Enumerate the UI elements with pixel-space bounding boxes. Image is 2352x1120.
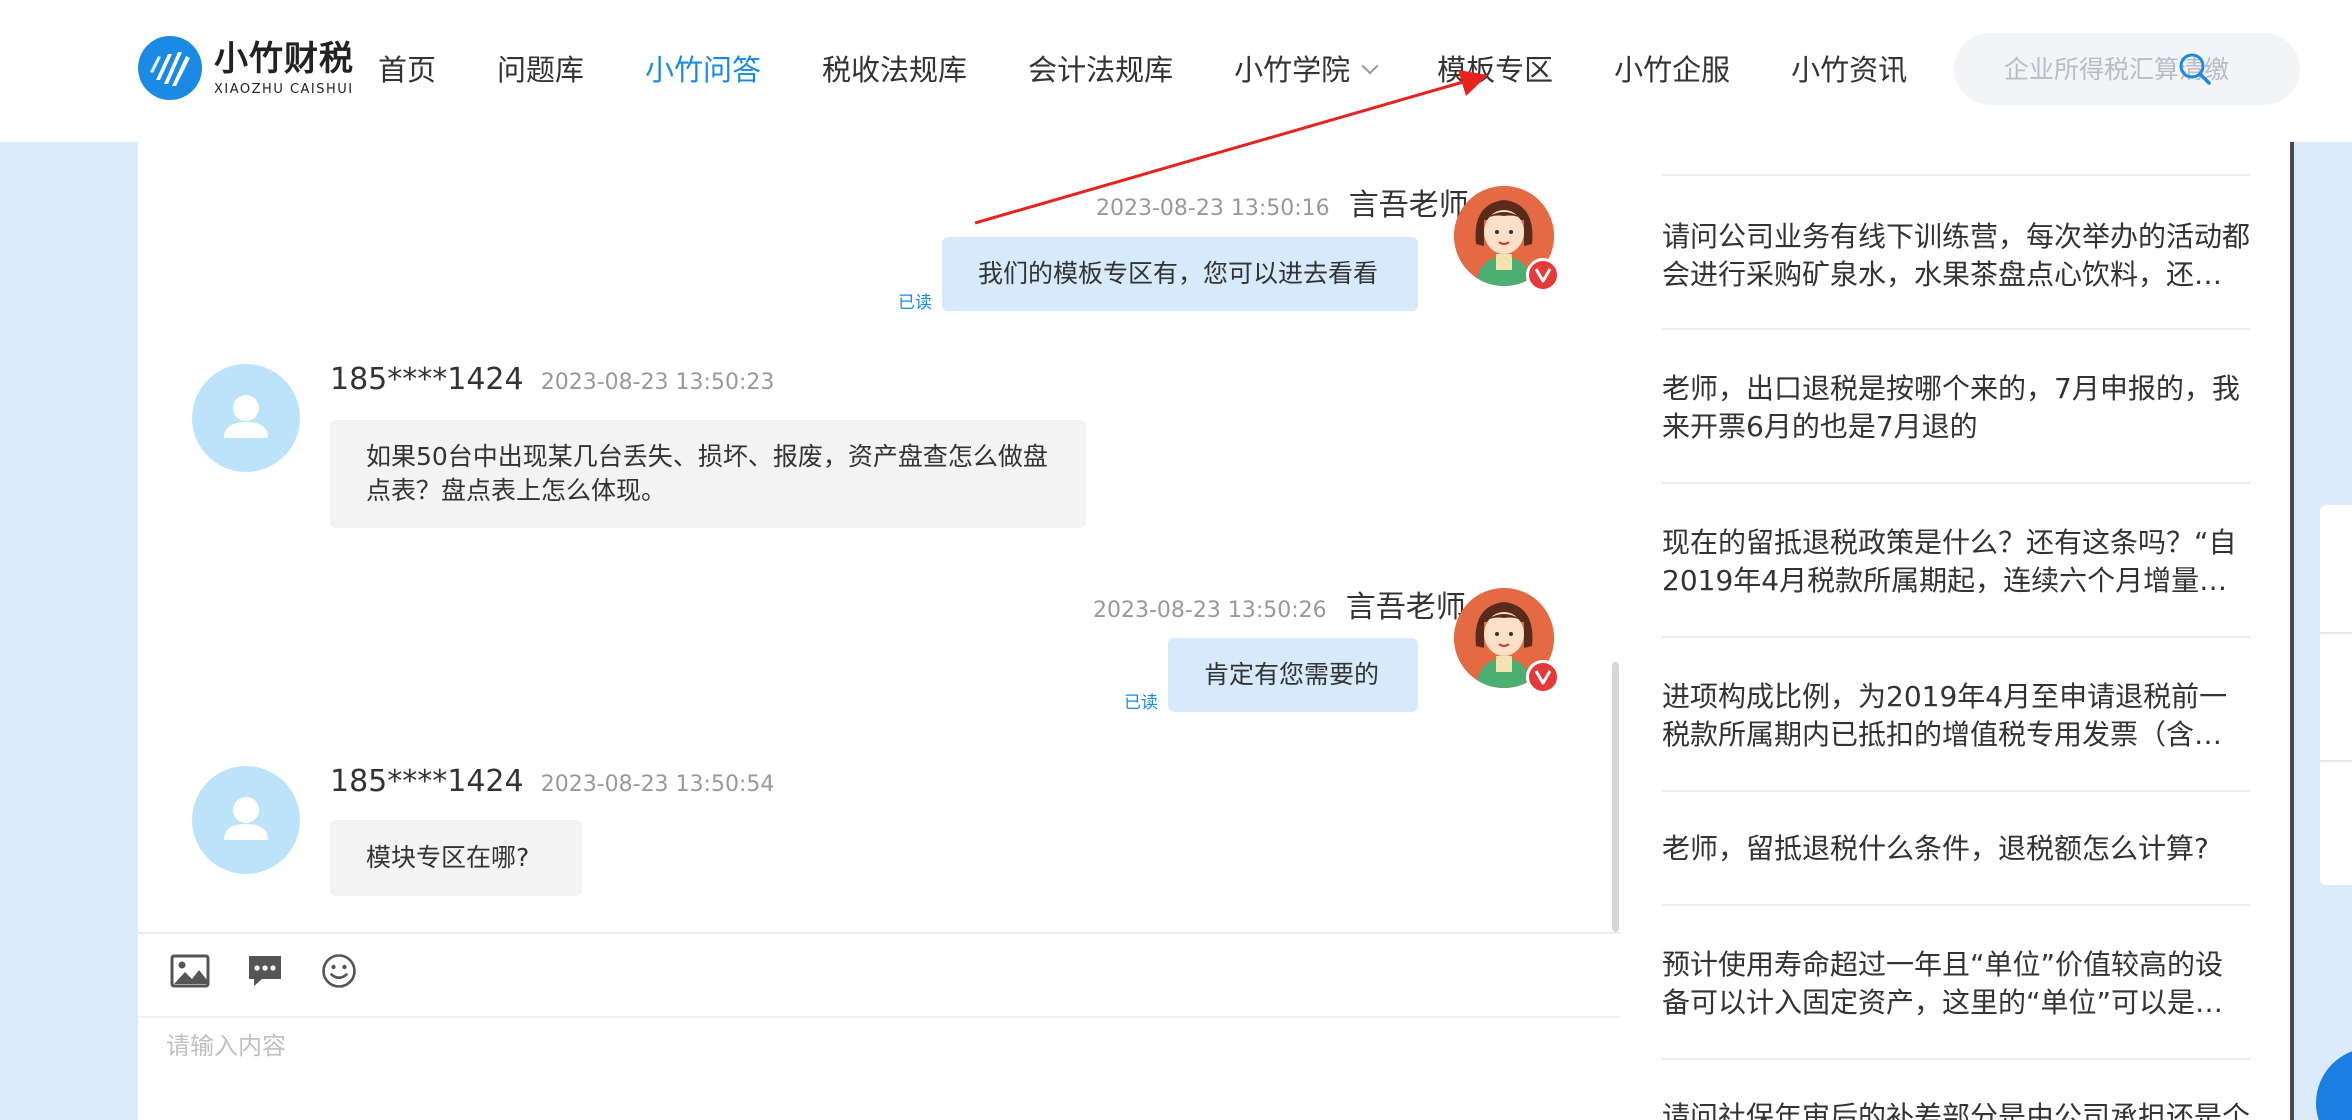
logo-mark-icon — [138, 36, 202, 100]
message-header: 185****1424 2023-08-23 13:50:23 — [330, 362, 774, 397]
message-time: 2023-08-23 13:50:26 — [1093, 598, 1327, 623]
verified-badge-icon — [1526, 258, 1560, 292]
message-time: 2023-08-23 13:50:16 — [1096, 196, 1330, 221]
nav-templates[interactable]: 模板专区 — [1437, 48, 1553, 92]
message-bubble: 我们的模板专区有，您可以进去看看 — [942, 237, 1418, 311]
message-sender: 言吾老师 — [1345, 590, 1466, 625]
message-sender: 185****1424 — [330, 362, 524, 397]
nav-academy[interactable]: 小竹学院 — [1234, 48, 1379, 92]
logo-title: 小竹财税 — [214, 38, 354, 79]
related-question-item[interactable]: 现在的留抵退税政策是什么？还有这条吗？“自2019年4月税款所属期起，连续六个月… — [1662, 524, 2250, 600]
top-header: 小竹财税 XIAOZHU CAISHUI 首页 问题库 小竹问答 税收法规库 会… — [0, 0, 2352, 142]
read-status: 已读 — [898, 293, 932, 313]
search-box — [1954, 33, 2300, 105]
nav-academy-label: 小竹学院 — [1234, 53, 1351, 87]
message-header: 2023-08-23 13:50:16 言吾老师 — [1096, 180, 1469, 224]
nav-news[interactable]: 小竹资讯 — [1791, 48, 1907, 92]
read-status: 已读 — [1124, 693, 1158, 713]
message-header: 185****1424 2023-08-23 13:50:54 — [330, 764, 774, 799]
related-question-item[interactable]: 请问社保年审后的补差部分是由公司承担还是个人承担 — [1662, 1098, 2250, 1120]
quick-reply-icon[interactable] — [246, 952, 284, 994]
divider — [1662, 636, 2250, 638]
related-question-item[interactable]: 预计使用寿命超过一年且“单位”价值较高的设备可以计入固定资产，这里的“单位”可以… — [1662, 946, 2250, 1022]
related-questions-panel: 请问公司业务有线下训练营，每次举办的活动都会进行采购矿泉水，水果茶盘点心饮料，还… — [1620, 142, 2294, 1120]
message-time: 2023-08-23 13:50:54 — [540, 772, 775, 797]
user-avatar[interactable] — [192, 766, 300, 874]
user-avatar[interactable] — [192, 364, 300, 472]
message-sender: 185****1424 — [330, 764, 524, 799]
chat-scrollbar[interactable] — [1612, 662, 1619, 932]
message-sender: 言吾老师 — [1348, 188, 1469, 223]
site-logo[interactable]: 小竹财税 XIAOZHU CAISHUI — [138, 36, 354, 100]
nav-qa[interactable]: 小竹问答 — [645, 48, 761, 92]
related-question-item[interactable]: 进项构成比例，为2019年4月至申请退税前一税款所属期内已抵扣的增值税专用发票（… — [1662, 678, 2250, 754]
message-bubble: 如果50台中出现某几台丢失、损坏、报废，资产盘查怎么做盘点表？盘点表上怎么体现。 — [330, 420, 1086, 528]
nav-tax-law[interactable]: 税收法规库 — [822, 48, 967, 92]
logo-subtitle: XIAOZHU CAISHUI — [214, 81, 354, 97]
related-question-item[interactable]: 老师，留抵退税什么条件，退税额怎么计算? — [1662, 830, 2250, 868]
floating-toolbar[interactable] — [2320, 505, 2352, 885]
divider — [1662, 904, 2250, 906]
message-header: 2023-08-23 13:50:26 言吾老师 — [1093, 582, 1466, 626]
divider — [138, 932, 1620, 934]
main-nav: 首页 问题库 小竹问答 税收法规库 会计法规库 小竹学院 模板专区 小竹企服 小… — [378, 48, 1968, 92]
related-question-item[interactable]: 老师，出口退税是按哪个来的，7月申报的，我来开票6月的也是7月退的 — [1662, 370, 2250, 446]
message-bubble: 模块专区在哪? — [330, 820, 582, 896]
teacher-avatar[interactable] — [1454, 588, 1560, 694]
chevron-down-icon — [1361, 57, 1379, 75]
divider — [1662, 328, 2250, 330]
message-bubble: 肯定有您需要的 — [1168, 638, 1418, 712]
chat-panel: 2023-08-23 13:50:16 言吾老师 已读 我们的模板专区有，您可以… — [138, 142, 1620, 1120]
emoji-icon[interactable] — [320, 952, 358, 994]
chat-toolbar — [170, 952, 394, 994]
divider — [1662, 174, 2250, 176]
message-input[interactable] — [166, 1026, 1596, 1106]
nav-accounting-law[interactable]: 会计法规库 — [1028, 48, 1173, 92]
divider — [2320, 632, 2352, 634]
divider — [138, 1016, 1620, 1018]
nav-question-bank[interactable]: 问题库 — [497, 48, 584, 92]
teacher-avatar[interactable] — [1454, 186, 1560, 292]
nav-home[interactable]: 首页 — [378, 48, 436, 92]
floating-help-button[interactable] — [2316, 1048, 2352, 1120]
divider — [1662, 1058, 2250, 1060]
divider — [1662, 482, 2250, 484]
sidebar-scrollbar[interactable] — [2290, 142, 2294, 1120]
divider — [2320, 760, 2352, 762]
divider — [1662, 790, 2250, 792]
nav-enterprise-service[interactable]: 小竹企服 — [1614, 48, 1730, 92]
message-list[interactable]: 2023-08-23 13:50:16 言吾老师 已读 我们的模板专区有，您可以… — [138, 142, 1620, 932]
related-question-item[interactable]: 请问公司业务有线下训练营，每次举办的活动都会进行采购矿泉水，水果茶盘点心饮料，还… — [1662, 218, 2250, 294]
image-icon[interactable] — [170, 953, 210, 993]
search-icon[interactable] — [2176, 50, 2214, 92]
verified-badge-icon — [1526, 660, 1560, 694]
message-time: 2023-08-23 13:50:23 — [540, 370, 775, 395]
